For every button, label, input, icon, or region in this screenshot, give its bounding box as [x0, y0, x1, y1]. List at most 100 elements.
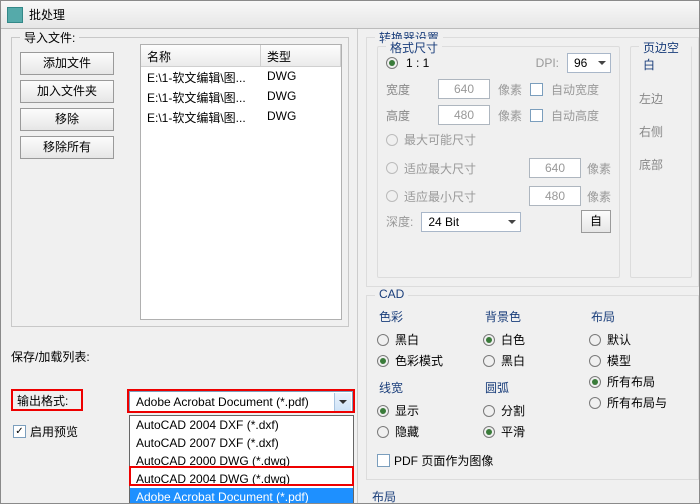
output-format-label: 输出格式:: [17, 392, 68, 409]
titlebar[interactable]: 批处理: [1, 1, 699, 29]
enable-preview-checkbox[interactable]: ✓: [13, 425, 26, 438]
one-to-one-label: 1 : 1: [406, 56, 429, 70]
bg-white-label: 白色: [501, 331, 525, 348]
radio-wire-show[interactable]: [377, 405, 389, 417]
radio-bg-white[interactable]: [483, 334, 495, 346]
col-type[interactable]: 类型: [261, 45, 341, 66]
margin-right-label: 右侧: [639, 123, 683, 140]
dropdown-item-selected[interactable]: Adobe Acrobat Document (*.pdf): [130, 488, 353, 504]
dropdown-item[interactable]: AutoCAD 2004 DWG (*.dwg): [130, 470, 353, 488]
radio-fit-max[interactable]: [386, 162, 398, 174]
pdf-as-image-checkbox[interactable]: [377, 454, 390, 467]
radio-arc-smooth[interactable]: [483, 426, 495, 438]
file-table[interactable]: 名称 类型 E:\1-软文编辑\图... DWG E:\1-软文编辑\图... …: [140, 44, 342, 320]
dropdown-item[interactable]: AutoCAD 2000 DWG (*.dwg): [130, 452, 353, 470]
fit-min-label: 适应最小尺寸: [404, 188, 490, 205]
arc-legend: 圆弧: [485, 379, 575, 396]
radio-fit-min[interactable]: [386, 190, 398, 202]
arc-split-row[interactable]: 分割: [483, 402, 575, 419]
wire-show-row[interactable]: 显示: [377, 402, 469, 419]
fit-max-input[interactable]: 640: [529, 158, 581, 178]
height-input[interactable]: 480: [438, 105, 490, 125]
auto-width-checkbox[interactable]: [530, 83, 543, 96]
import-legend: 导入文件:: [20, 29, 79, 46]
depth-label: 深度:: [386, 213, 413, 230]
chevron-down-icon[interactable]: [334, 393, 351, 411]
cad-columns: 色彩 黑白 色彩模式 线宽 显示 隐藏 背景色 白色 黑白 圆弧 分割 平滑: [377, 304, 692, 444]
height-label: 高度: [386, 107, 430, 124]
px-label: 像素: [498, 81, 522, 98]
dpi-select[interactable]: 96: [567, 53, 611, 73]
layout-allmodel-row[interactable]: 所有布局与: [589, 394, 689, 411]
table-row[interactable]: E:\1-软文编辑\图... DWG: [141, 107, 341, 127]
height-row: 高度 480 像素 自动高度: [386, 105, 611, 125]
auto-height-checkbox[interactable]: [530, 109, 543, 122]
color-bw-label: 黑白: [395, 331, 419, 348]
bg-white-row[interactable]: 白色: [483, 331, 575, 348]
auto-width-label: 自动宽度: [551, 81, 599, 98]
table-row[interactable]: E:\1-软文编辑\图... DWG: [141, 67, 341, 87]
color-mode-label: 色彩模式: [395, 352, 443, 369]
radio-layout-default[interactable]: [589, 334, 601, 346]
dropdown-item[interactable]: AutoCAD 2007 DXF (*.dxf): [130, 434, 353, 452]
color-mode-row[interactable]: 色彩模式: [377, 352, 469, 369]
col-name[interactable]: 名称: [141, 45, 261, 66]
enable-preview-label: 启用预览: [30, 423, 78, 440]
auto-button[interactable]: 自: [581, 210, 611, 233]
size-group: 格式尺寸 1 : 1 DPI: 96 宽度 640 像素: [377, 46, 620, 278]
bg-black-row[interactable]: 黑白: [483, 352, 575, 369]
radio-arc-split[interactable]: [483, 405, 495, 417]
bg-group: 背景色 白色 黑白 圆弧 分割 平滑: [483, 304, 575, 444]
arc-smooth-row[interactable]: 平滑: [483, 423, 575, 440]
fit-max-row[interactable]: 适应最大尺寸 640 像素: [386, 158, 611, 178]
radio-bw[interactable]: [377, 334, 389, 346]
radio-layout-all[interactable]: [589, 376, 601, 388]
output-format-value: Adobe Acrobat Document (*.pdf): [136, 395, 309, 409]
layout-all-label: 所有布局: [607, 373, 655, 390]
size-legend: 格式尺寸: [386, 39, 442, 56]
auto-height-label: 自动高度: [551, 107, 599, 124]
width-row: 宽度 640 像素 自动宽度: [386, 79, 611, 99]
radio-layout-allmodel[interactable]: [589, 397, 601, 409]
layout-allmodel-label: 所有布局与: [607, 394, 667, 411]
color-bw-row[interactable]: 黑白: [377, 331, 469, 348]
output-format-combo[interactable]: Adobe Acrobat Document (*.pdf): [129, 391, 353, 413]
layout-default-row[interactable]: 默认: [589, 331, 689, 348]
add-file-button[interactable]: 添加文件: [20, 52, 114, 75]
batch-window: 批处理 导入文件: 添加文件 加入文件夹 移除 移除所有 名称 类型: [0, 0, 700, 504]
wire-hide-row[interactable]: 隐藏: [377, 423, 469, 440]
output-format-dropdown[interactable]: AutoCAD 2004 DXF (*.dxf) AutoCAD 2007 DX…: [129, 415, 354, 504]
dpi-label: DPI:: [536, 56, 559, 70]
dropdown-item[interactable]: AutoCAD 2004 DXF (*.dxf): [130, 416, 353, 434]
output-format-label-box: 输出格式:: [11, 389, 83, 411]
remove-button[interactable]: 移除: [20, 108, 114, 131]
file-table-body: E:\1-软文编辑\图... DWG E:\1-软文编辑\图... DWG E:…: [141, 67, 341, 127]
cell-type: DWG: [261, 107, 302, 127]
radio-bg-black[interactable]: [483, 355, 495, 367]
radio-wire-hide[interactable]: [377, 426, 389, 438]
depth-select[interactable]: 24 Bit: [421, 212, 521, 232]
remove-all-button[interactable]: 移除所有: [20, 136, 114, 159]
save-load-row: 保存/加载列表:: [11, 345, 349, 367]
radio-color-mode[interactable]: [377, 355, 389, 367]
radio-layout-model[interactable]: [589, 355, 601, 367]
width-input[interactable]: 640: [438, 79, 490, 99]
enable-preview-row[interactable]: ✓ 启用预览: [13, 423, 78, 440]
radio-max-possible[interactable]: [386, 134, 398, 146]
wire-legend: 线宽: [379, 379, 469, 396]
arc-split-label: 分割: [501, 402, 525, 419]
right-panel: 转换器设置 格式尺寸 1 : 1 DPI: 96 宽度: [357, 29, 699, 503]
margins-group: 页边空白 上面 左边 右侧 底部: [630, 46, 692, 280]
pdf-as-image-row[interactable]: PDF 页面作为图像: [377, 452, 692, 469]
radio-1to1[interactable]: [386, 57, 398, 69]
layout-all-row[interactable]: 所有布局: [589, 373, 689, 390]
table-row[interactable]: E:\1-软文编辑\图... DWG: [141, 87, 341, 107]
layout-word: 布局: [372, 488, 699, 503]
cad-legend: CAD: [375, 287, 408, 301]
fit-min-input[interactable]: 480: [529, 186, 581, 206]
layout-model-row[interactable]: 模型: [589, 352, 689, 369]
max-possible-row[interactable]: 最大可能尺寸: [386, 131, 611, 148]
add-folder-button[interactable]: 加入文件夹: [20, 80, 114, 103]
save-load-label: 保存/加载列表:: [11, 348, 121, 365]
fit-min-row[interactable]: 适应最小尺寸 480 像素: [386, 186, 611, 206]
